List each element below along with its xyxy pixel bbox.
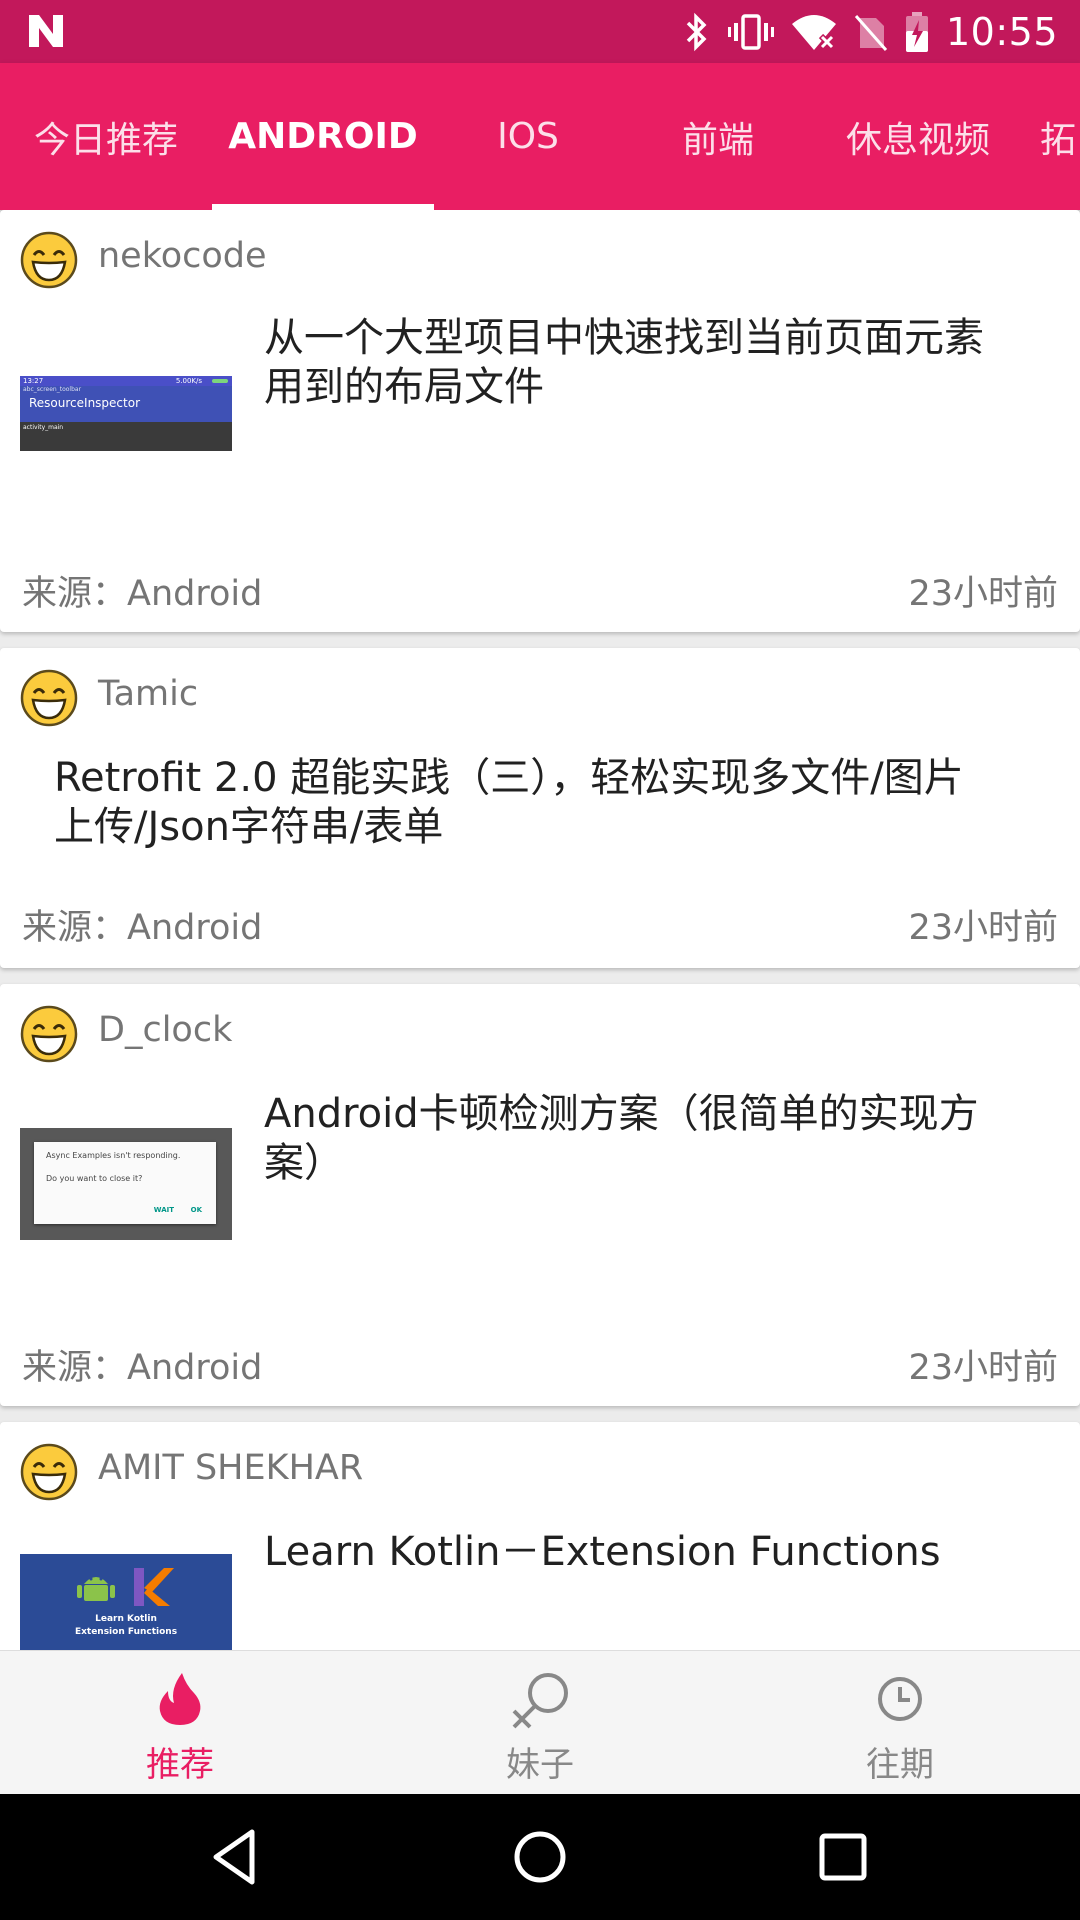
article-title[interactable]: Learn Kotlin－Extension Functions <box>264 1528 941 1577</box>
tab-frontend[interactable]: 前端 <box>622 63 814 210</box>
author-name: Tamic <box>98 674 199 714</box>
article-thumbnail[interactable]: Async Examples isn't responding. Do you … <box>20 1128 232 1240</box>
article-time: 23小时前 <box>908 574 1058 614</box>
thumb-dialog-ok: OK <box>190 1206 202 1214</box>
thumb-dialog: Async Examples isn't responding. Do you … <box>34 1142 216 1224</box>
thumb-status-bar: 13:27 5.00K/s <box>20 376 232 386</box>
title-line: 从一个大型项目中快速找到当前页面元素 <box>264 315 984 361</box>
thumb-status-time: 13:27 <box>23 377 44 385</box>
tab-today[interactable]: 今日推荐 <box>0 63 212 210</box>
article-card[interactable]: AMIT SHEKHAR Learn Kotlin Extension Func… <box>0 1422 1080 1650</box>
tab-ios[interactable]: IOS <box>434 63 622 210</box>
thumb-toolbar-small: abc_screen_toolbar <box>23 386 82 393</box>
nav-history[interactable]: 往期 <box>720 1651 1080 1795</box>
back-icon[interactable] <box>202 1822 272 1892</box>
article-source: 来源：Android <box>22 908 263 948</box>
article-source: 来源：Android <box>22 574 263 614</box>
clock-time: 10:55 <box>945 9 1058 54</box>
female-icon <box>512 1673 568 1729</box>
article-thumbnail[interactable]: 13:27 5.00K/s abc_screen_toolbar Resourc… <box>20 376 232 451</box>
kotlin-logo-icon <box>134 1568 174 1606</box>
thumb-caption: activity_main <box>23 424 64 431</box>
wifi-icon <box>791 14 836 50</box>
author-name: D_clock <box>98 1010 233 1050</box>
clock-icon <box>878 1677 922 1721</box>
bluetooth-icon <box>686 12 707 51</box>
avatar-icon <box>20 231 78 289</box>
article-time: 23小时前 <box>908 1348 1058 1388</box>
thumb-toolbar: abc_screen_toolbar ResourceInspector <box>20 386 232 422</box>
home-icon[interactable] <box>505 1822 575 1892</box>
thumb-status-speed: 5.00K/s <box>175 377 202 385</box>
flame-icon <box>159 1673 201 1725</box>
no-sim-icon <box>854 14 888 51</box>
article-thumbnail[interactable]: Learn Kotlin Extension Functions <box>20 1554 232 1650</box>
article-card[interactable]: nekocode 13:27 5.00K/s abc_screen_toolba… <box>0 210 1080 632</box>
android-robot-icon <box>77 1577 115 1601</box>
avatar-icon <box>20 669 78 727</box>
title-line: Retrofit 2.0 超能实践（三），轻松实现多文件/图片 <box>54 755 964 801</box>
thumb-line: Learn Kotlin <box>95 1614 157 1624</box>
thumb-dialog-wait: WAIT <box>153 1206 174 1214</box>
avatar-icon <box>20 1443 78 1501</box>
category-tab-bar: 今日推荐 ANDROID IOS 前端 休息视频 拓 <box>0 63 1080 210</box>
tab-android[interactable]: ANDROID <box>212 63 434 210</box>
article-title[interactable]: Retrofit 2.0 超能实践（三），轻松实现多文件/图片 上传/Json字… <box>54 754 964 852</box>
nav-label: 推荐 <box>146 1745 214 1785</box>
tab-rest-video[interactable]: 休息视频 <box>814 63 1022 210</box>
bottom-navigation: 推荐 妹子 往期 <box>0 1650 1080 1794</box>
article-card[interactable]: D_clock Async Examples isn't responding.… <box>0 984 1080 1406</box>
title-line: 上传/Json字符串/表单 <box>54 804 444 850</box>
article-title[interactable]: Android卡顿检测方案（很简单的实现方 案） <box>264 1090 979 1188</box>
thumb-dialog-body: Do you want to close it? <box>46 1174 143 1183</box>
author-name: AMIT SHEKHAR <box>98 1448 364 1488</box>
vibrate-icon <box>727 13 774 50</box>
author-name: nekocode <box>98 236 267 276</box>
nav-label: 往期 <box>866 1745 934 1785</box>
nav-label: 妹子 <box>506 1745 574 1785</box>
article-source: 来源：Android <box>22 1348 263 1388</box>
status-bar: 10:55 <box>0 0 1080 63</box>
title-line: 用到的布局文件 <box>264 364 544 410</box>
avatar-icon <box>20 1005 78 1063</box>
article-feed[interactable]: nekocode 13:27 5.00K/s abc_screen_toolba… <box>0 210 1080 1650</box>
recents-icon[interactable] <box>808 1822 878 1892</box>
article-card[interactable]: Tamic Retrofit 2.0 超能实践（三），轻松实现多文件/图片 上传… <box>0 648 1080 968</box>
thumb-toolbar-title: ResourceInspector <box>29 396 141 410</box>
title-line: Android卡顿检测方案（很简单的实现方 <box>264 1091 979 1137</box>
article-title[interactable]: 从一个大型项目中快速找到当前页面元素 用到的布局文件 <box>264 314 984 412</box>
nav-girls[interactable]: 妹子 <box>360 1651 720 1795</box>
system-navigation-bar <box>0 1794 1080 1920</box>
notification-n-icon <box>29 15 63 47</box>
title-line: Learn Kotlin－Extension Functions <box>264 1529 941 1575</box>
battery-icon <box>905 11 928 52</box>
nav-recommend[interactable]: 推荐 <box>0 1651 360 1795</box>
thumb-dialog-title: Async Examples isn't responding. <box>46 1151 181 1160</box>
tab-expand[interactable]: 拓 <box>1040 63 1080 210</box>
article-time: 23小时前 <box>908 908 1058 948</box>
thumb-line: Extension Functions <box>74 1627 178 1637</box>
thumb-battery-icon <box>212 379 228 383</box>
title-line: 案） <box>264 1140 344 1186</box>
